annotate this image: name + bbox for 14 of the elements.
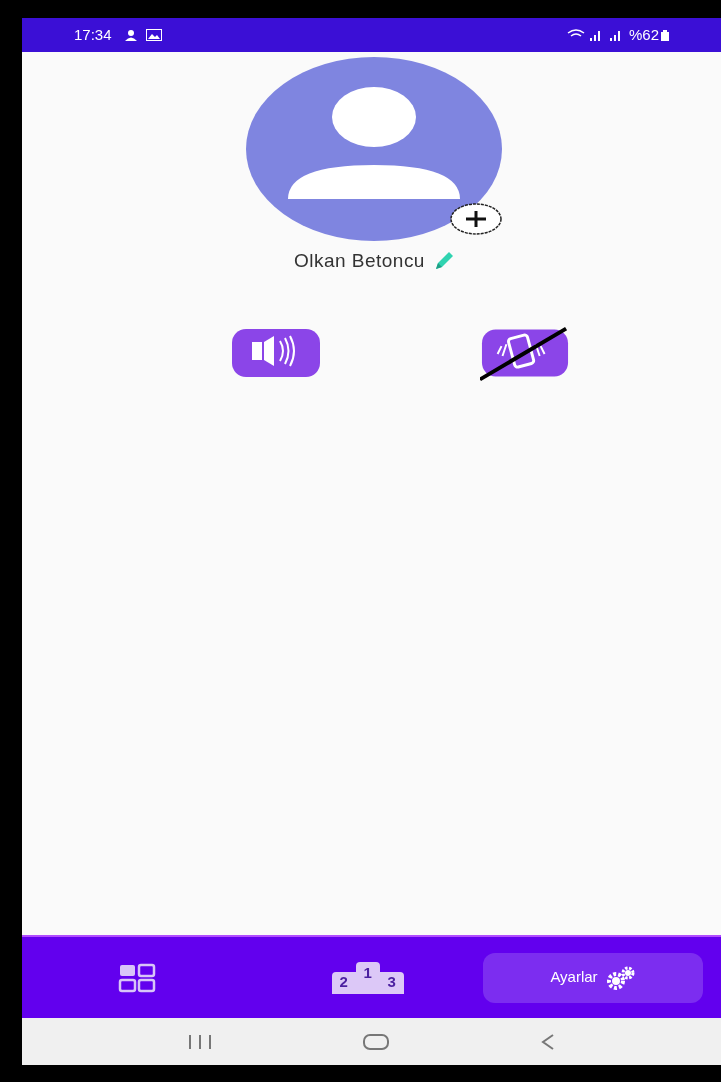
profile-name: Olkan Betoncu [294,249,425,273]
person-icon [123,29,138,41]
settings-tab[interactable]: Ayarlar [483,952,703,1003]
vibration-toggle-icon[interactable] [480,325,570,382]
gears-icon [605,964,636,991]
battery-level: %62 [628,24,659,45]
add-photo-icon[interactable] [448,202,503,236]
status-time: 17:34 [74,24,112,45]
home-icon[interactable] [362,1032,391,1051]
image-icon [145,29,162,41]
leaderboard-tab[interactable]: 2 1 3 [252,952,483,1003]
battery-icon [661,29,669,41]
recent-apps-icon[interactable] [186,1033,213,1050]
grid-icon [117,962,158,993]
